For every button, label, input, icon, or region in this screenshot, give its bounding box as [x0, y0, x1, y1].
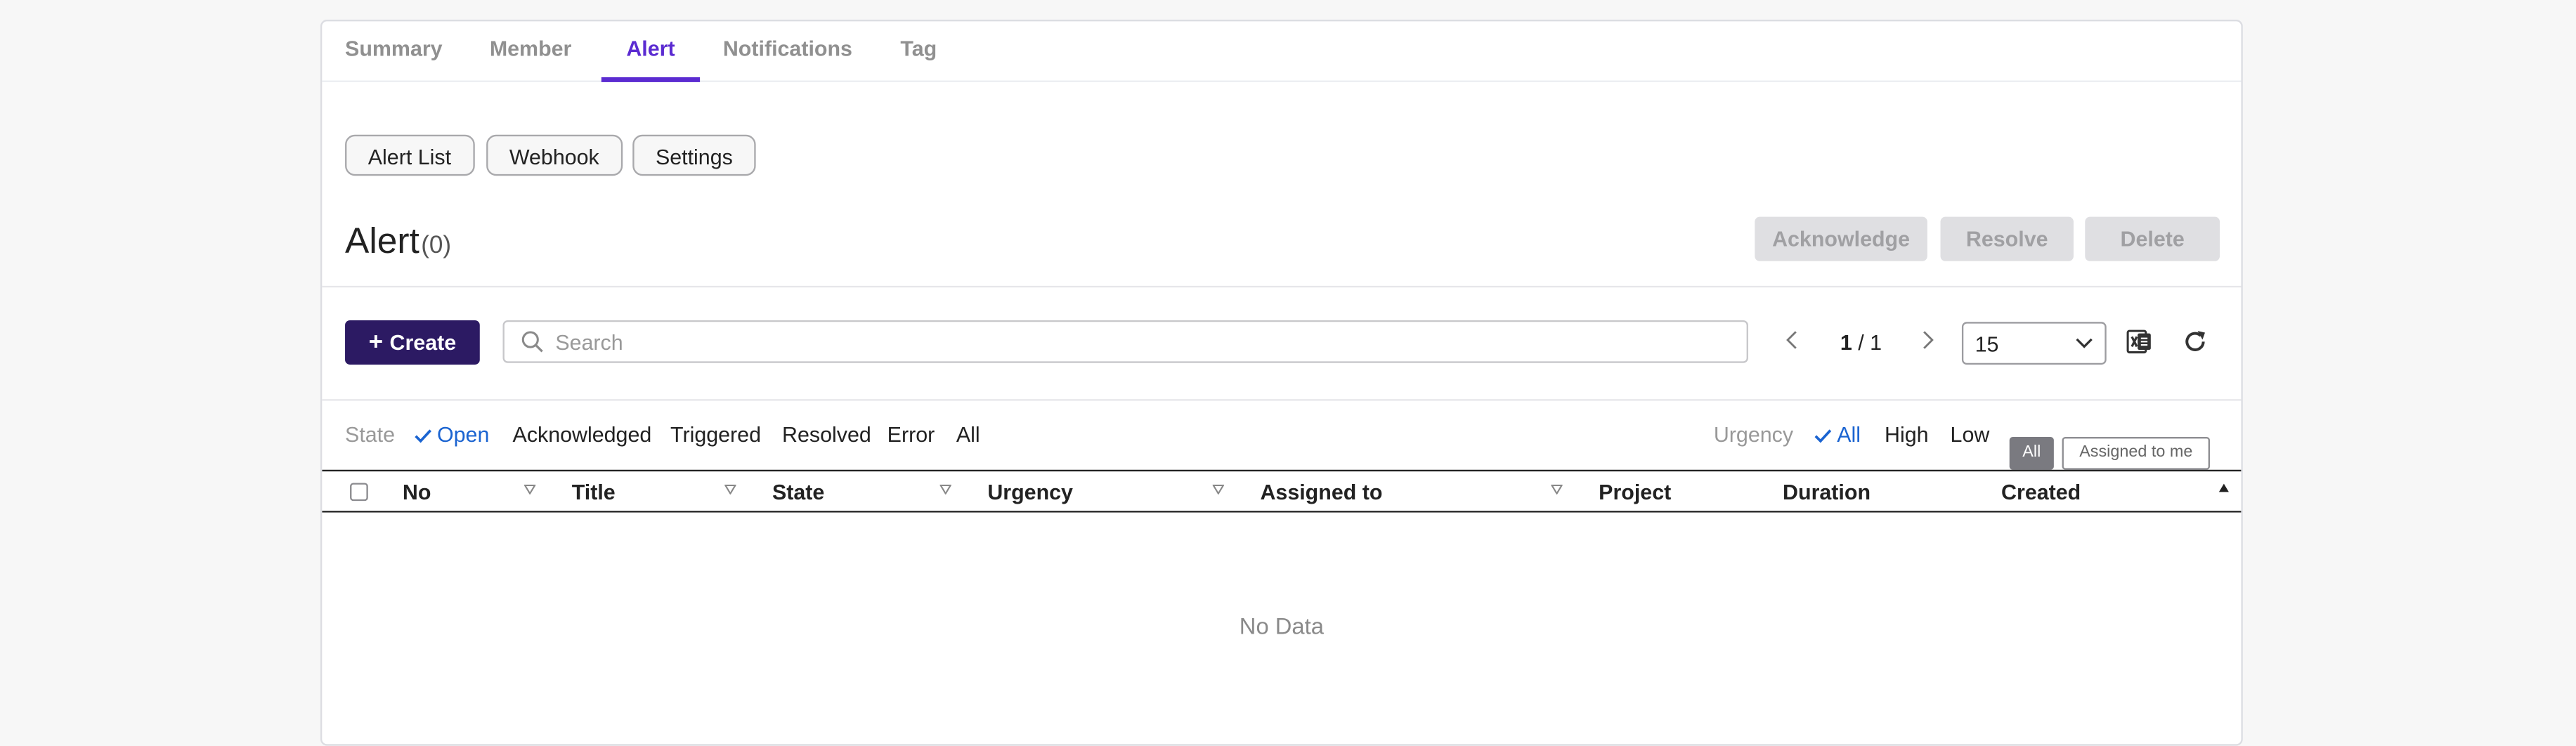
assigned-to-me-toggle[interactable]: Assigned to me: [2062, 436, 2211, 470]
search-placeholder: Search: [555, 329, 623, 355]
urgency-filter-high[interactable]: High: [1885, 422, 1929, 447]
tab-member[interactable]: Member: [490, 21, 572, 80]
settings-button[interactable]: Settings: [632, 134, 756, 176]
state-filter-label: State: [345, 421, 396, 447]
urgency-filter-all[interactable]: All: [1814, 422, 1861, 447]
chevron-down-icon: [2076, 338, 2093, 348]
empty-state-text: No Data: [1239, 613, 1324, 639]
state-filter-resolved[interactable]: Resolved: [782, 422, 871, 447]
divider: [322, 399, 2242, 401]
webhook-button[interactable]: Webhook: [486, 134, 623, 176]
sort-up-icon[interactable]: [2218, 483, 2230, 492]
page-title: Alert (0): [345, 220, 451, 263]
tab-summary[interactable]: Summary: [345, 21, 443, 80]
urgency-filter-low[interactable]: Low: [1951, 422, 1990, 447]
column-duration[interactable]: Duration: [1783, 480, 1871, 504]
column-state[interactable]: State: [772, 480, 824, 504]
urgency-filter-all-label: All: [1837, 421, 1861, 447]
alert-count: (0): [421, 231, 452, 260]
table-header: No Title State Urgency Assigned to Proje…: [322, 469, 2242, 513]
alert-panel: Summary Member Alert Notifications Tag A…: [320, 20, 2243, 746]
search-icon: [521, 331, 543, 353]
tab-notifications[interactable]: Notifications: [723, 21, 852, 80]
delete-button[interactable]: Delete: [2085, 216, 2220, 261]
state-filter-error[interactable]: Error: [887, 422, 935, 447]
page-current: 1: [1840, 329, 1852, 355]
alert-list-button[interactable]: Alert List: [345, 134, 474, 176]
page-indicator: 1 / 1: [1840, 330, 1882, 355]
page-total: / 1: [1858, 329, 1882, 355]
urgency-filter-label: Urgency: [1713, 421, 1794, 447]
tab-bar: Summary Member Alert Notifications Tag: [322, 21, 2242, 82]
sort-down-icon[interactable]: [1212, 484, 1225, 495]
page-size-value: 15: [1975, 332, 1999, 357]
acknowledge-button[interactable]: Acknowledge: [1755, 216, 1927, 261]
chevron-right-icon[interactable]: [1919, 330, 1935, 350]
column-title[interactable]: Title: [572, 480, 616, 504]
sort-down-icon[interactable]: [939, 484, 951, 495]
sort-down-icon[interactable]: [1551, 484, 1563, 495]
column-no[interactable]: No: [403, 480, 431, 504]
state-filter-open-label: Open: [436, 421, 490, 447]
column-project[interactable]: Project: [1599, 480, 1671, 504]
search-input[interactable]: Search: [502, 320, 1748, 363]
chevron-left-icon[interactable]: [1784, 330, 1800, 350]
plus-icon: +: [368, 328, 384, 357]
sort-down-icon[interactable]: [523, 484, 536, 495]
select-all-checkbox[interactable]: [350, 483, 368, 502]
tab-tag[interactable]: Tag: [900, 21, 937, 80]
page-title-text: Alert: [345, 220, 419, 261]
sort-down-icon[interactable]: [724, 484, 736, 495]
divider: [322, 285, 2242, 288]
column-created[interactable]: Created: [2001, 480, 2081, 504]
refresh-icon[interactable]: [2182, 329, 2208, 355]
assignee-all-toggle[interactable]: All: [2009, 436, 2054, 470]
excel-icon[interactable]: [2126, 329, 2152, 355]
state-filter-open[interactable]: Open: [414, 422, 489, 447]
page-size-select[interactable]: 15: [1961, 322, 2107, 365]
create-label: Create: [389, 329, 457, 355]
column-urgency[interactable]: Urgency: [987, 480, 1073, 504]
resolve-button[interactable]: Resolve: [1940, 216, 2074, 261]
state-filter-all[interactable]: All: [956, 422, 980, 447]
check-icon: [415, 429, 432, 443]
state-filter-acknowledged[interactable]: Acknowledged: [513, 422, 652, 447]
column-assigned-to[interactable]: Assigned to: [1260, 480, 1382, 504]
tab-alert[interactable]: Alert: [601, 21, 701, 82]
state-filter-triggered[interactable]: Triggered: [670, 422, 761, 447]
create-button[interactable]: + Create: [345, 320, 480, 365]
check-icon: [1814, 429, 1832, 443]
